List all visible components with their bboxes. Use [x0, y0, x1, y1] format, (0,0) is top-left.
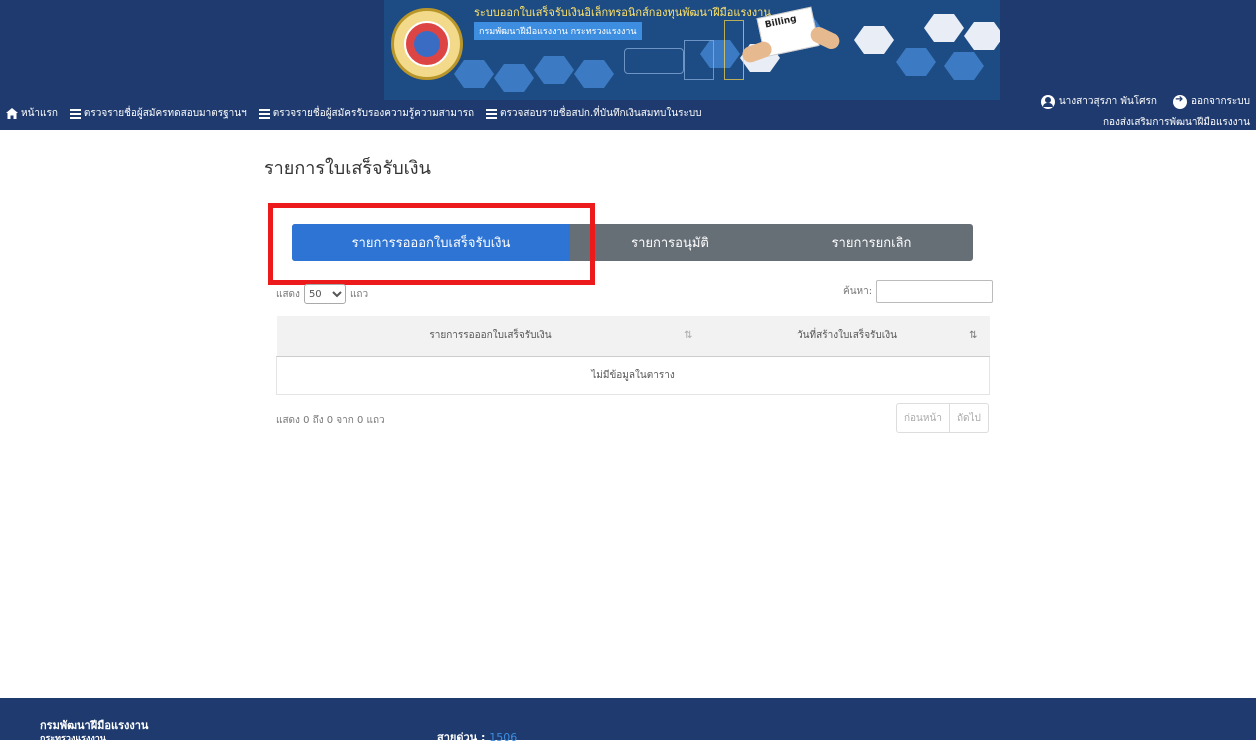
sort-icon: ⇅ [969, 330, 978, 341]
logout-icon[interactable] [1172, 94, 1187, 109]
empty-table-message: ไม่มีข้อมูลในตาราง [276, 356, 990, 395]
nav-standard-test-label: ตรวจรายชื่อผู้สมัครทดสอบมาตรฐานฯ [83, 108, 247, 119]
receipts-table: รายการรอออกใบเสร็จรับเงิน ⇅ วันที่สร้างใ… [276, 316, 990, 395]
nav-home-label: หน้าแรก [21, 108, 58, 119]
nav-certification-label: ตรวจรายชื่อผู้สมัครรับรองความรู้ความสามา… [272, 108, 475, 119]
column-header-pending[interactable]: รายการรอออกใบเสร็จรับเงิน ⇅ [276, 316, 705, 357]
footer-ministry: กระทรวงแรงงาน [40, 734, 106, 744]
site-footer: กรมพัฒนาฝีมือแรงงาน กระทรวงแรงงาน สายด่ว… [0, 698, 1256, 744]
hotline-label: สายด่วน : [437, 731, 486, 744]
page-title: รายการใบเสร็จรับเงิน [264, 158, 431, 179]
footer-hotline: สายด่วน : 1506 [437, 728, 517, 746]
length-rows-label: แถว [349, 288, 369, 300]
table-search: ค้นหา: [843, 280, 994, 303]
department-logo [391, 8, 463, 80]
list-icon [258, 108, 270, 119]
nav-home[interactable]: หน้าแรก [6, 106, 58, 121]
table-row: ไม่มีข้อมูลในตาราง [276, 356, 990, 395]
page-length-select[interactable]: 50 [303, 284, 346, 304]
length-show-label: แสดง [276, 288, 300, 300]
user-icon [1040, 94, 1055, 109]
column-header-label: รายการรอออกใบเสร็จรับเงิน [429, 330, 552, 342]
nav-certification-applicants[interactable]: ตรวจรายชื่อผู้สมัครรับรองความรู้ความสามา… [258, 106, 475, 121]
list-icon [69, 108, 81, 119]
search-label: ค้นหา: [843, 286, 873, 297]
nav-contribution-label: ตรวจสอบรายชื่อสปก.ที่บันทึกเงินสมทบในระบ… [500, 108, 702, 119]
logout-link[interactable]: ออกจากระบบ [1191, 94, 1250, 109]
previous-page-button[interactable]: ก่อนหน้า [897, 404, 950, 432]
home-icon [6, 108, 18, 119]
tab-pending-receipts[interactable]: รายการรอออกใบเสร็จรับเงิน [292, 224, 570, 261]
site-header: ระบบออกใบเสร็จรับเงินอิเล็กทรอนิกส์กองทุ… [0, 0, 1256, 130]
list-icon [486, 108, 498, 119]
hotline-number[interactable]: 1506 [489, 731, 517, 744]
nav-standard-test-applicants[interactable]: ตรวจรายชื่อผู้สมัครทดสอบมาตรฐานฯ [69, 106, 247, 121]
user-department: กองส่งเสริมการพัฒนาฝีมือแรงงาน [1102, 117, 1250, 128]
sort-icon: ⇅ [684, 330, 693, 341]
search-input[interactable] [876, 280, 994, 303]
banner-subtitle: กรมพัฒนาฝีมือแรงงาน กระทรวงแรงงาน [474, 22, 642, 40]
tab-cancelled[interactable]: รายการยกเลิก [770, 224, 973, 261]
nav-contribution-check[interactable]: ตรวจสอบรายชื่อสปก.ที่บันทึกเงินสมทบในระบ… [486, 106, 702, 121]
next-page-button[interactable]: ถัดไป [950, 404, 988, 432]
table-info: แสดง 0 ถึง 0 จาก 0 แถว [276, 415, 385, 426]
column-header-created-date[interactable]: วันที่สร้างใบเสร็จรับเงิน ⇅ [704, 316, 990, 357]
page-length-control: แสดง 50 แถว [276, 284, 368, 304]
banner-title: ระบบออกใบเสร็จรับเงินอิเล็กทรอนิกส์กองทุ… [474, 6, 771, 19]
column-header-label: วันที่สร้างใบเสร็จรับเงิน [797, 330, 897, 342]
tab-approved[interactable]: รายการอนุมัติ [570, 224, 770, 261]
main-nav: หน้าแรก ตรวจรายชื่อผู้สมัครทดสอบมาตรฐานฯ… [6, 106, 702, 121]
user-name[interactable]: นางสาวสุรภา พันโศรก [1059, 94, 1157, 109]
billing-label: Billing [764, 14, 798, 31]
user-box: นางสาวสุรภา พันโศรก ออกจากระบบ กองส่งเสร… [1040, 94, 1250, 130]
receipt-tabs: รายการรอออกใบเสร็จรับเงิน รายการอนุมัติ … [292, 224, 973, 261]
pagination: ก่อนหน้า ถัดไป [896, 403, 989, 433]
